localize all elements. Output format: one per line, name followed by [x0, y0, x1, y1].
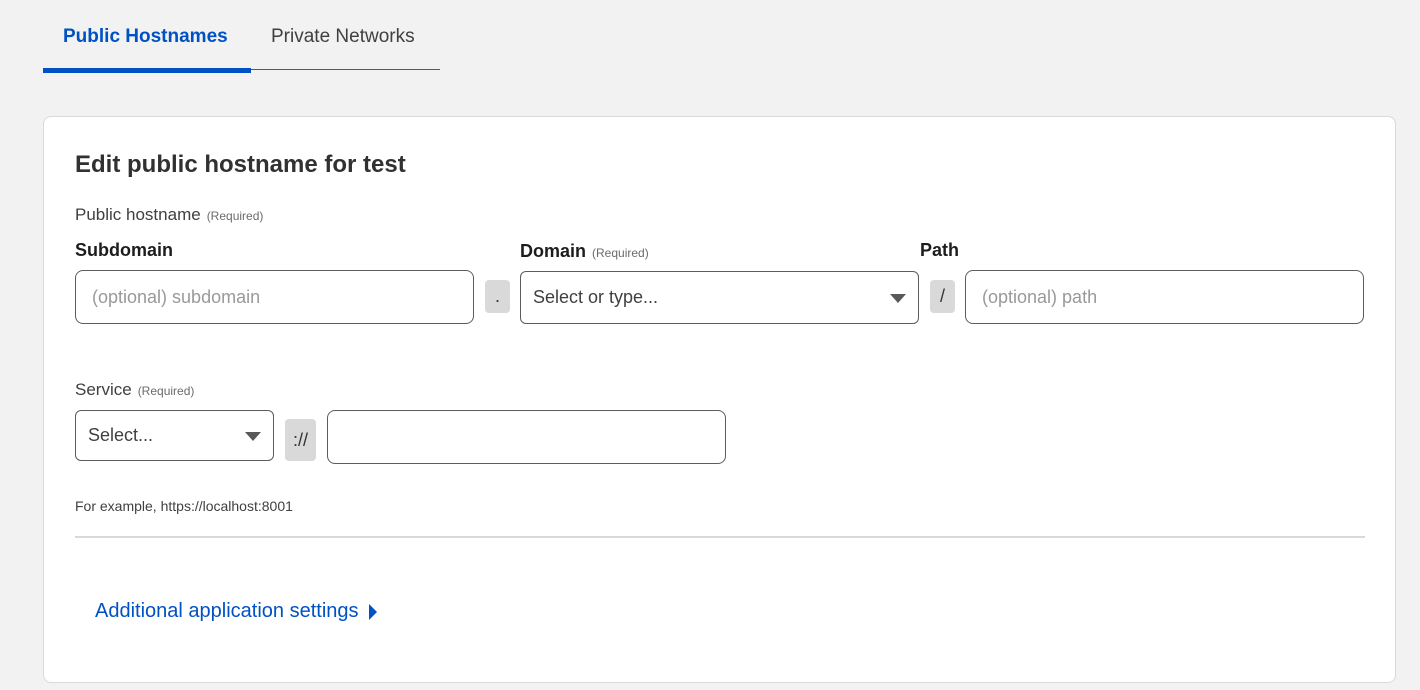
- required-tag: (Required): [137, 384, 195, 398]
- service-hint: For example, https://localhost:8001: [75, 498, 293, 514]
- slash-separator: /: [930, 280, 955, 313]
- service-label: Service (Required): [75, 380, 194, 400]
- scheme-separator: ://: [285, 419, 316, 461]
- additional-settings-label: Additional application settings: [95, 600, 359, 622]
- edit-hostname-card: Edit public hostname for test Public hos…: [43, 116, 1396, 683]
- chevron-down-icon: [245, 431, 261, 441]
- domain-label-text: Domain: [520, 241, 587, 261]
- service-type-placeholder: Select...: [88, 425, 154, 445]
- dot-separator: .: [485, 280, 510, 313]
- subdomain-placeholder: (optional) subdomain: [92, 286, 261, 307]
- tab-private-networks[interactable]: Private Networks: [271, 26, 415, 48]
- tab-public-hostnames[interactable]: Public Hostnames: [63, 26, 228, 48]
- subdomain-input[interactable]: (optional) subdomain: [75, 270, 474, 324]
- caret-right-icon: [368, 603, 377, 620]
- path-input[interactable]: (optional) path: [965, 270, 1364, 324]
- path-placeholder: (optional) path: [982, 286, 1098, 307]
- public-hostname-label-text: Public hostname: [75, 205, 201, 224]
- path-label: Path: [920, 240, 960, 260]
- required-tag: (Required): [592, 246, 649, 260]
- public-hostname-label: Public hostname (Required): [75, 205, 263, 225]
- tab-bar: Public Hostnames Private Networks: [43, 0, 440, 74]
- divider: [75, 536, 1365, 538]
- domain-select[interactable]: Select or type...: [520, 271, 919, 324]
- additional-settings-toggle[interactable]: Additional application settings: [95, 600, 377, 623]
- subdomain-label: Subdomain: [75, 240, 173, 260]
- required-tag: (Required): [206, 209, 264, 223]
- service-type-select[interactable]: Select...: [75, 410, 274, 461]
- chevron-down-icon: [890, 293, 906, 303]
- service-url-input[interactable]: [327, 410, 726, 464]
- active-tab-indicator: [43, 68, 251, 73]
- domain-label: Domain (Required): [520, 241, 649, 262]
- service-label-text: Service: [75, 380, 132, 399]
- domain-placeholder: Select or type...: [533, 287, 659, 307]
- page-title: Edit public hostname for test: [75, 151, 406, 178]
